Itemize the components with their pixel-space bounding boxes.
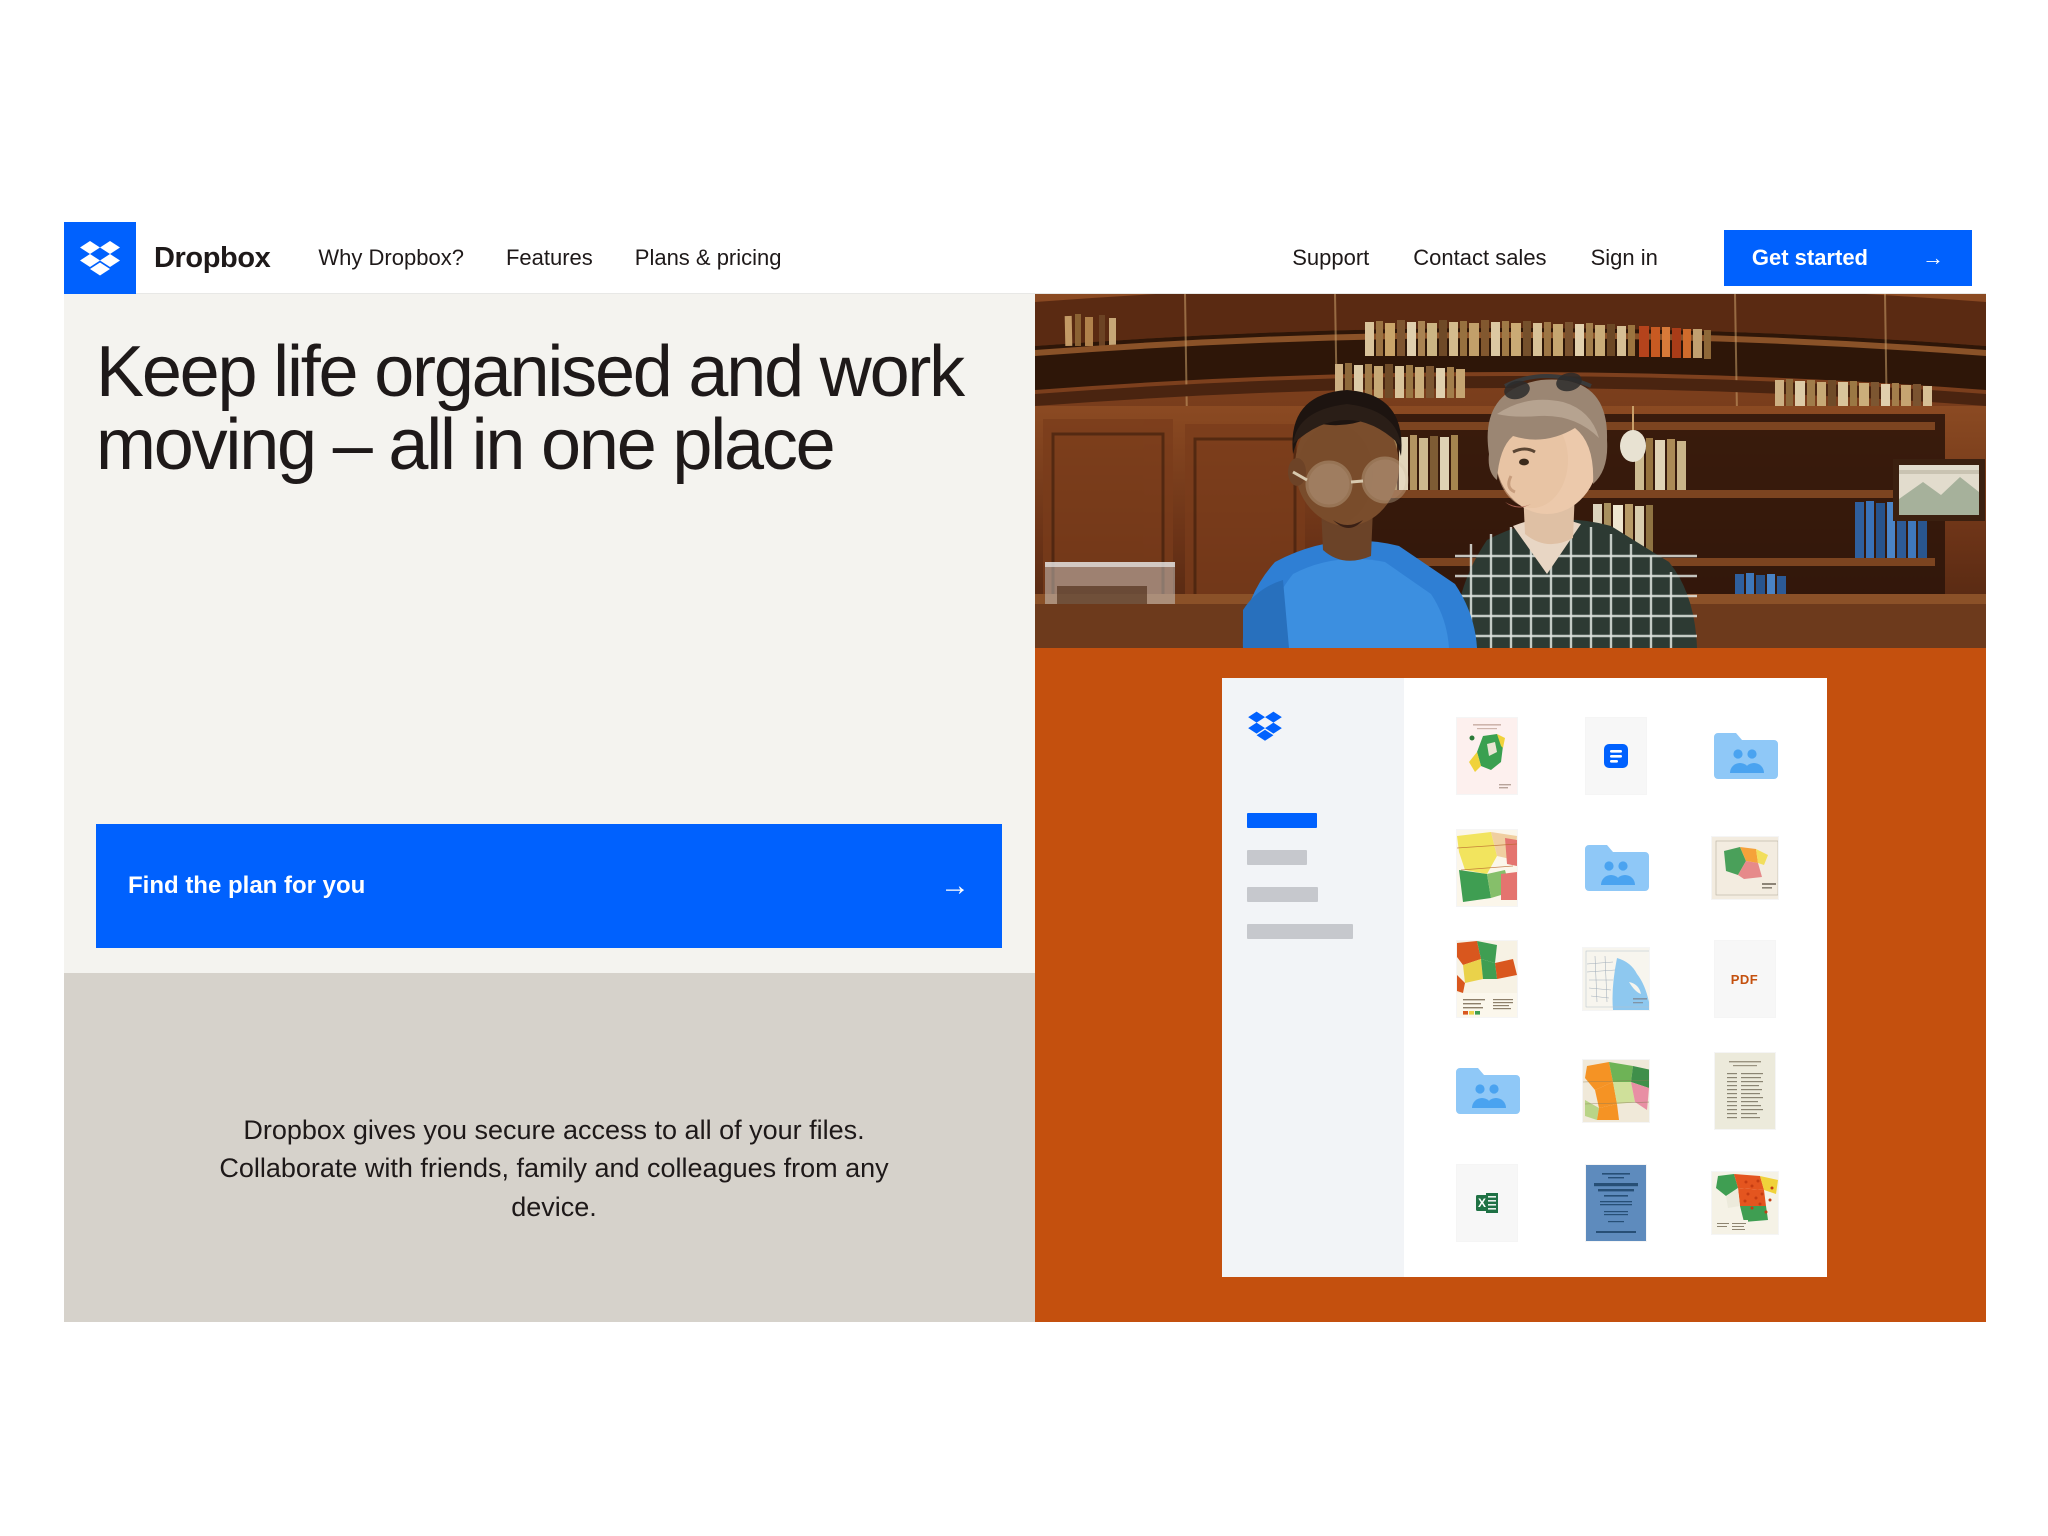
shared-folder-icon	[1454, 1064, 1520, 1118]
nav-link-plans-pricing[interactable]: Plans & pricing	[635, 245, 782, 271]
hero-left-column: Keep life organised and work moving – al…	[64, 294, 1035, 1322]
get-started-button[interactable]: Get started →	[1723, 229, 1972, 286]
nav-link-sign-in[interactable]: Sign in	[1591, 245, 1658, 271]
shared-folder-icon	[1712, 729, 1778, 783]
paper-doc-icon	[1603, 743, 1628, 768]
web-page-canvas: Dropbox Why Dropbox? Features Plans & pr…	[64, 222, 1986, 1322]
arrow-right-icon: →	[940, 869, 970, 902]
app-mockup-card: PDF X	[1222, 678, 1827, 1277]
file-tile-scanned-text[interactable]	[1712, 1053, 1778, 1130]
pdf-label: PDF	[1730, 971, 1759, 987]
file-tile-pdf[interactable]: PDF	[1712, 941, 1778, 1018]
find-plan-label: Find the plan for you	[128, 872, 366, 899]
hero-photo-library	[1035, 294, 1986, 648]
nav-link-support[interactable]: Support	[1292, 245, 1369, 271]
file-tile-map-orange-pink[interactable]	[1582, 1053, 1649, 1129]
file-tile-paper-doc[interactable]	[1583, 717, 1649, 794]
primary-nav: Why Dropbox? Features Plans & pricing	[270, 222, 781, 293]
shared-folder-icon	[1583, 841, 1649, 895]
arrow-right-icon: →	[1922, 244, 1944, 270]
file-tile-shared-folder-3[interactable]	[1454, 1053, 1520, 1129]
nav-link-contact-sales[interactable]: Contact sales	[1413, 245, 1546, 271]
brand-lockup[interactable]: Dropbox	[64, 222, 271, 294]
file-tile-shared-folder-1[interactable]	[1712, 718, 1778, 794]
svg-text:X: X	[1477, 1196, 1485, 1210]
sidebar-bar-active[interactable]	[1247, 813, 1317, 828]
dropbox-logo-icon	[1248, 710, 1282, 747]
site-header: Dropbox Why Dropbox? Features Plans & pr…	[64, 222, 1986, 294]
nav-link-features[interactable]: Features	[506, 245, 593, 271]
mockup-sidebar-nav	[1247, 813, 1353, 939]
screenshot-root: Dropbox Why Dropbox? Features Plans & pr…	[0, 0, 2048, 1536]
nav-link-why-dropbox[interactable]: Why Dropbox?	[318, 245, 464, 271]
file-tile-blue-book-cover[interactable]	[1583, 1165, 1649, 1242]
sidebar-bar-3[interactable]	[1247, 924, 1353, 939]
sidebar-bar-2[interactable]	[1247, 887, 1318, 902]
hero-subcopy: Dropbox gives you secure access to all o…	[219, 1115, 889, 1222]
file-tile-map-region[interactable]	[1711, 830, 1778, 906]
file-tile-map-coastal[interactable]	[1582, 941, 1649, 1017]
hero-right-column: PDF X	[1035, 294, 1986, 1322]
file-tile-map-multicolour[interactable]	[1454, 829, 1520, 906]
file-tile-map-dotted[interactable]	[1711, 1165, 1778, 1241]
mockup-sidebar	[1222, 678, 1404, 1277]
dropbox-logo-icon[interactable]	[64, 222, 136, 294]
file-tile-spreadsheet[interactable]: X	[1454, 1165, 1520, 1242]
brand-name: Dropbox	[154, 241, 271, 274]
mockup-file-grid: PDF X	[1404, 678, 1827, 1277]
file-tile-map-green-yellow[interactable]	[1454, 717, 1520, 794]
page-title: Keep life organised and work moving – al…	[96, 332, 965, 486]
file-tile-shared-folder-2[interactable]	[1583, 830, 1649, 906]
get-started-label: Get started	[1751, 244, 1868, 270]
file-tile-map-orange-green[interactable]	[1454, 941, 1520, 1018]
sidebar-bar-1[interactable]	[1247, 850, 1307, 865]
find-plan-button[interactable]: Find the plan for you →	[96, 824, 1002, 948]
excel-icon: X	[1475, 1193, 1498, 1214]
secondary-nav: Support Contact sales Sign in Get starte…	[1292, 222, 1986, 293]
